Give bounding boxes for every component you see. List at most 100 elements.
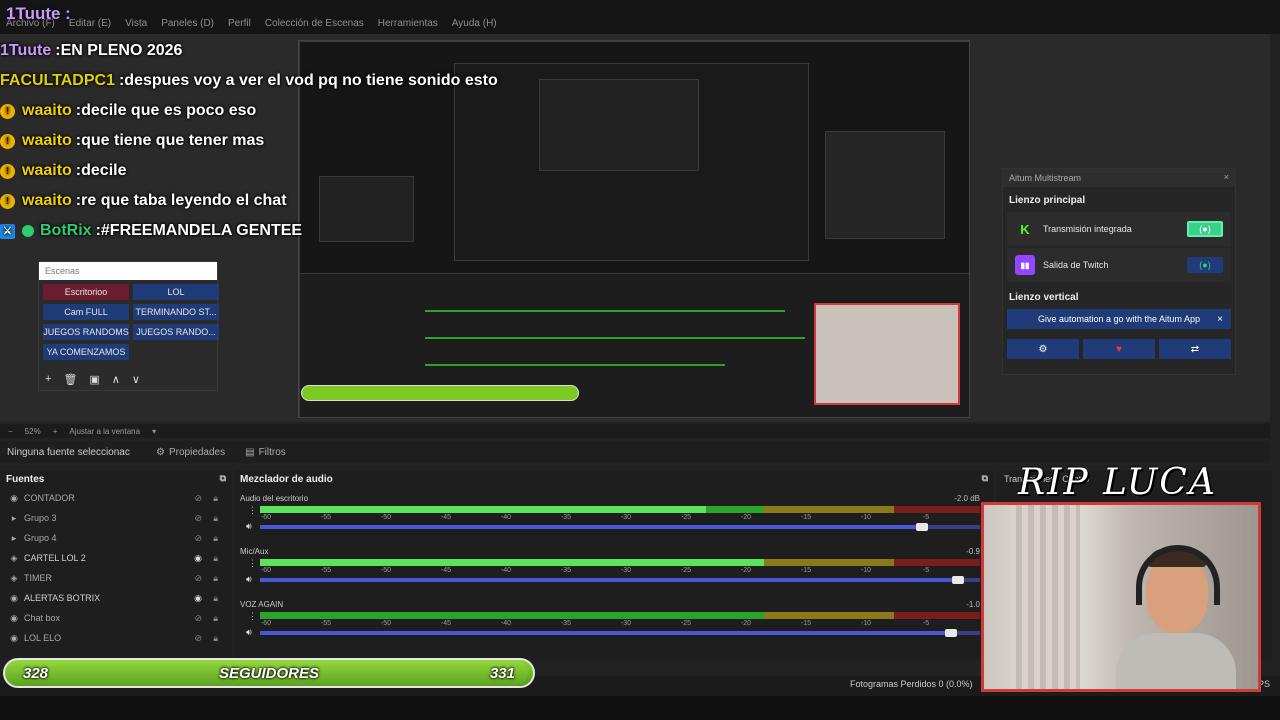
menu-item[interactable]: Vista [125, 18, 147, 29]
scene-button[interactable]: YA COMENZAMOS [43, 344, 129, 360]
lock-icon[interactable]: 🔒︎ [213, 613, 218, 624]
volume-slider-handle[interactable] [916, 523, 929, 531]
scene-button[interactable]: TERMINANDO ST... [133, 304, 219, 320]
expand-icon[interactable]: ▸ [8, 533, 20, 544]
lock-icon[interactable]: 🔒︎ [213, 633, 218, 644]
zoom-minus-icon[interactable]: − [8, 427, 13, 436]
zoom-fit[interactable]: Ajustar a la ventana [69, 427, 140, 436]
followers-label: SEGUIDORES [218, 664, 320, 682]
volume-slider-handle[interactable] [952, 576, 965, 584]
channel-menu-icon[interactable]: ⋮ [248, 611, 257, 622]
scene-button[interactable]: JUEGOS RANDOMS [43, 324, 129, 340]
aitum-close-icon[interactable]: × [1224, 172, 1229, 182]
swap-icon[interactable]: ⇄ [1159, 339, 1231, 359]
source-item[interactable]: ◈ CARTEL LOL 2 ◉ 🔒︎ [0, 548, 232, 568]
dock-menu-icon[interactable]: ⧉ [982, 473, 988, 484]
eye-icon[interactable]: ◉ [194, 593, 202, 604]
meter-ticks: -60 -55 -50 -45 -40 -35 -30 -25 -20 -15 -10 -5 [260, 620, 980, 630]
tick-label: -35 [560, 514, 572, 521]
speaker-icon[interactable]: 🔊︎ [246, 574, 252, 585]
speaker-icon[interactable]: 🔊︎ [246, 627, 252, 638]
automation-banner[interactable]: Give automation a go with the Aitum App … [1007, 309, 1231, 329]
properties-button[interactable]: ⚙ Propiedades [146, 441, 235, 463]
eye-slash-icon[interactable]: ⊘ [194, 613, 202, 624]
gear-icon[interactable]: ⚙ [1007, 339, 1079, 359]
lock-icon[interactable]: 🔒︎ [213, 593, 218, 604]
lock-icon[interactable]: 🔒︎ [213, 573, 218, 584]
source-item[interactable]: ◉ LOL ELO ⊘ 🔒︎ [0, 628, 232, 648]
zoom-percent[interactable]: 52% [25, 427, 41, 436]
speaker-icon[interactable]: 🔊︎ [246, 521, 252, 532]
preview-canvas[interactable] [298, 40, 970, 418]
sources-dock: Fuentes ⧉ ◉ CONTADOR ⊘ 🔒︎ ▸ Grupo 3 ⊘ 🔒︎ ▸ Grupo … [0, 470, 232, 660]
headset-icon [1136, 545, 1220, 605]
source-type-icon: ◉ [10, 492, 18, 503]
tick-label: -40 [500, 567, 512, 574]
chevron-down-icon[interactable]: ∨ [132, 373, 140, 386]
channel-menu-icon[interactable]: ⋮ [248, 558, 257, 569]
meter-red-zone [893, 506, 980, 513]
warning-badge-icon: ! [0, 163, 15, 179]
chevron-down-icon[interactable]: ▾ [152, 427, 156, 436]
volume-meter [260, 506, 980, 513]
scene-button[interactable]: LOL [133, 284, 219, 300]
automation-close-icon[interactable]: × [1217, 314, 1223, 325]
menu-item[interactable]: Herramientas [378, 18, 438, 29]
volume-slider[interactable] [260, 629, 980, 637]
lock-icon[interactable]: 🔒︎ [213, 533, 218, 544]
dock-menu-icon[interactable]: ⧉ [220, 473, 226, 484]
menu-item[interactable]: Ayuda (H) [452, 18, 497, 29]
source-item[interactable]: ◉ ALERTAS BOTRIX ◉ 🔒︎ [0, 588, 232, 608]
channel-name: Mic/Aux [240, 547, 269, 556]
stream-toggle[interactable]: (●) [1187, 221, 1223, 237]
volume-slider[interactable] [260, 576, 980, 584]
tick-label: -30 [620, 567, 632, 574]
eye-icon[interactable]: ◉ [194, 553, 202, 564]
chat-message: FACULTADPC1: despues voy a ver el vod pq… [0, 66, 498, 96]
chat-text: despues voy a ver el vod pq no tiene son… [124, 72, 498, 89]
source-item[interactable]: ▸ Grupo 3 ⊘ 🔒︎ [0, 508, 232, 528]
menu-item[interactable]: Paneles (D) [161, 18, 214, 29]
chat-username: waaito [22, 132, 72, 149]
lock-icon[interactable]: 🔒︎ [213, 553, 218, 564]
lock-icon[interactable]: 🔒︎ [213, 513, 218, 524]
source-item[interactable]: ◉ CONTADOR ⊘ 🔒︎ [0, 488, 232, 508]
warning-badge-icon: ! [0, 193, 15, 209]
chat-text: #FREEMANDELA GENTEE [100, 222, 303, 239]
tick-label: -60 [260, 620, 272, 627]
menu-item[interactable]: Colección de Escenas [265, 18, 364, 29]
tick-label: -5 [922, 514, 930, 521]
trash-icon[interactable]: 🗑 [63, 373, 77, 386]
scene-button[interactable]: Escritorioo [43, 284, 129, 300]
eye-slash-icon[interactable]: ⊘ [194, 513, 202, 524]
channel-db: -1.0 [966, 600, 980, 609]
scene-button[interactable]: Cam FULL [43, 304, 129, 320]
menu-item[interactable]: Perfil [228, 18, 251, 29]
source-item[interactable]: ◈ TIMER ⊘ 🔒︎ [0, 568, 232, 588]
volume-slider[interactable] [260, 523, 980, 531]
scene-button[interactable]: JUEGOS RANDO... [133, 324, 219, 340]
gear-icon: ⚙ [156, 446, 165, 458]
eye-slash-icon[interactable]: ⊘ [194, 533, 202, 544]
menu-item[interactable]: Editar (E) [69, 18, 111, 29]
eye-slash-icon[interactable]: ⊘ [194, 493, 202, 504]
zoom-plus-icon[interactable]: + [53, 427, 58, 436]
eye-slash-icon[interactable]: ⊘ [194, 633, 202, 644]
chat-username: waaito [22, 192, 72, 209]
scene-toolbar: + 🗑 ▣ ∧ ∨ [45, 373, 140, 386]
filter-icon[interactable]: ▣ [89, 373, 99, 386]
filters-button[interactable]: ▤ Filtros [235, 441, 296, 463]
meter-red-zone [893, 559, 980, 566]
add-icon[interactable]: + [45, 373, 51, 386]
channel-menu-icon[interactable]: ⋮ [248, 505, 257, 516]
volume-slider-handle[interactable] [945, 629, 958, 637]
lock-icon[interactable]: 🔒︎ [213, 493, 218, 504]
source-item[interactable]: ▸ Grupo 4 ⊘ 🔒︎ [0, 528, 232, 548]
chevron-up-icon[interactable]: ∧ [112, 373, 120, 386]
heart-icon[interactable]: ♥ [1083, 339, 1155, 359]
eye-slash-icon[interactable]: ⊘ [194, 573, 202, 584]
expand-icon[interactable]: ▸ [8, 513, 20, 524]
chat-username: FACULTADPC1 [0, 72, 115, 89]
stream-toggle[interactable]: (●) [1187, 257, 1223, 273]
source-item[interactable]: ◉ Chat box ⊘ 🔒︎ [0, 608, 232, 628]
